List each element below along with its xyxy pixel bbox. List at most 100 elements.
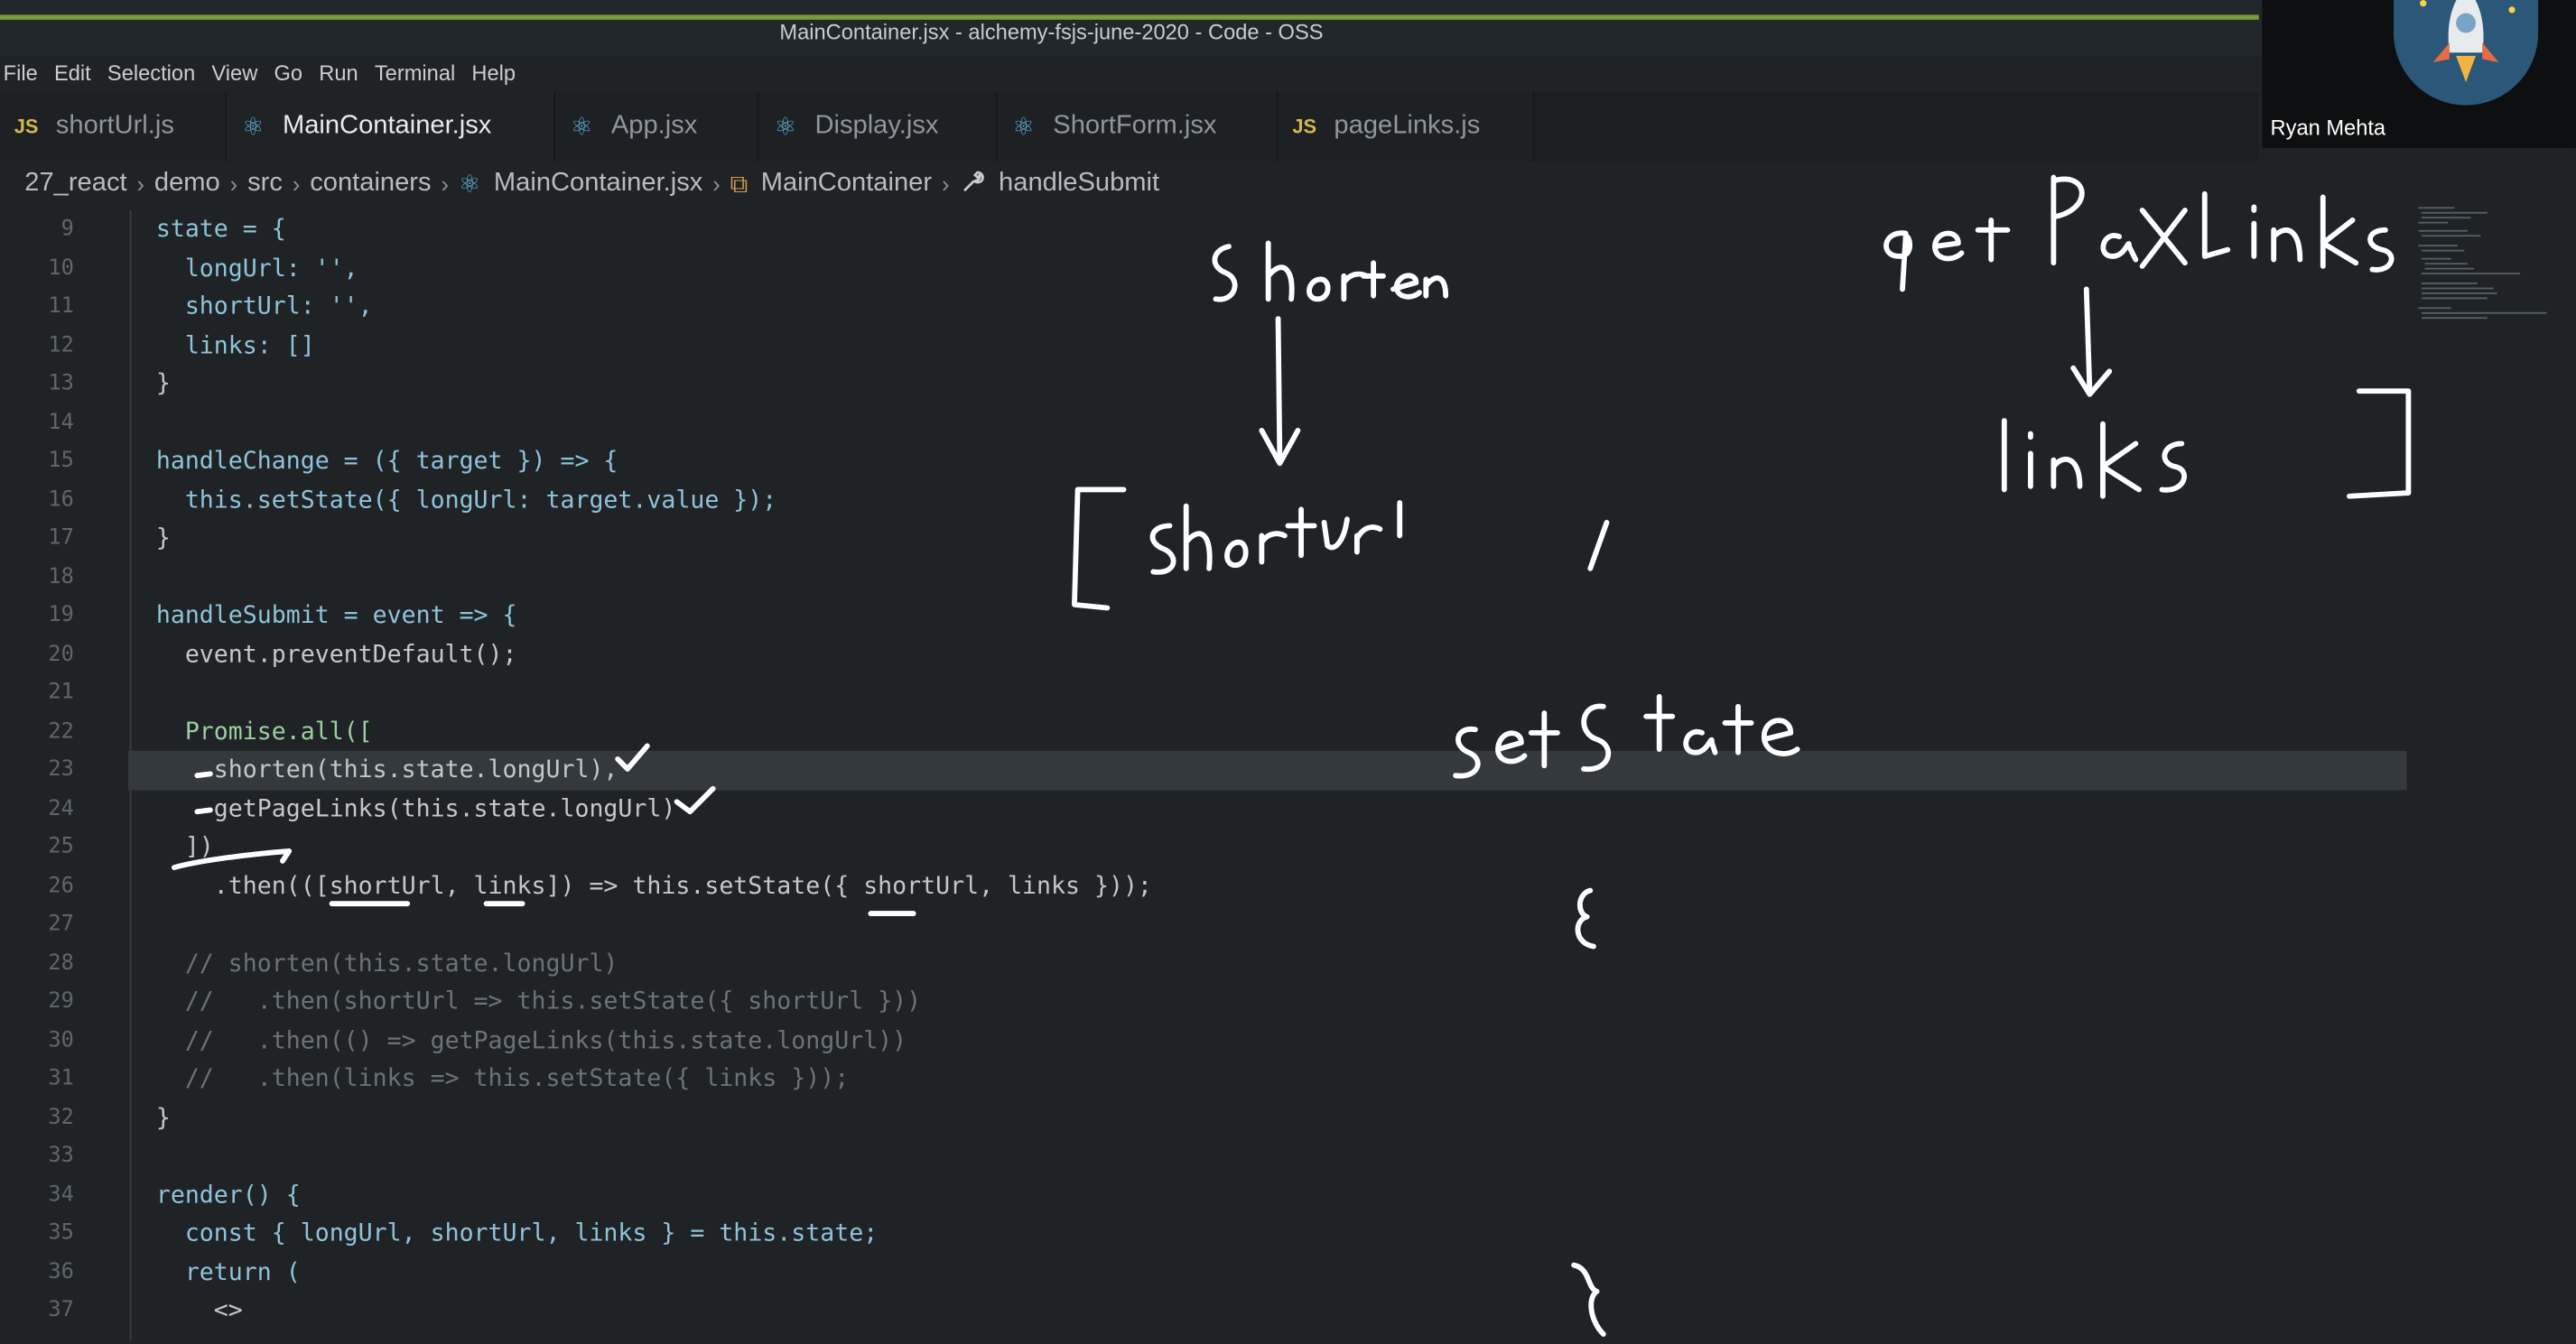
code-line[interactable]: 9 state = { [0, 210, 2408, 249]
code-text: longUrl: '', [155, 254, 358, 283]
breadcrumb-item[interactable]: containers [310, 169, 431, 199]
code-line[interactable]: 32} [0, 1098, 2408, 1137]
code-line[interactable]: 21 [0, 673, 2408, 712]
tab-app-jsx[interactable]: ⚛ App.jsx [554, 91, 759, 162]
tab-label: App.jsx [610, 111, 698, 140]
tab-pagelinks-js[interactable]: JS pageLinks.js [1278, 91, 1535, 162]
line-number: 28 [48, 950, 74, 976]
code-line[interactable]: 31 // .then(links => this.setState({ lin… [0, 1060, 2408, 1098]
menu-edit[interactable]: Edit [54, 56, 91, 88]
line-number: 23 [48, 757, 74, 783]
menu-view[interactable]: View [211, 56, 257, 88]
code-line[interactable]: 30 // .then(() => getPageLinks(this.stat… [0, 1021, 2408, 1060]
line-number: 9 [60, 217, 74, 242]
breadcrumb: 27_react › demo › src › containers › ⚛ M… [24, 166, 1159, 202]
line-number: 11 [48, 293, 74, 320]
breadcrumb-item[interactable]: MainContainer [761, 169, 932, 199]
code-text: return ( [155, 1257, 301, 1286]
class-symbol-icon: ⧉ [730, 170, 749, 199]
code-line[interactable]: 16 this.setState({ longUrl: target.value… [0, 480, 2408, 519]
code-editor[interactable]: 9 state = { 10 longUrl: '', 11 shortUrl: ''… [0, 209, 2408, 1341]
line-number: 16 [48, 487, 74, 513]
code-line[interactable]: 17} [0, 519, 2408, 558]
tab-label: ShortForm.jsx [1053, 111, 1217, 140]
tab-maincontainer-jsx[interactable]: ⚛ MainContainer.jsx [227, 91, 555, 162]
code-line[interactable]: 15 handleChange = ({ target }) => { [0, 442, 2408, 481]
code-line[interactable]: 33 [0, 1137, 2408, 1176]
code-line[interactable]: 14 [0, 403, 2408, 442]
chevron-right-icon: › [136, 171, 145, 198]
line-number: 27 [48, 912, 74, 937]
menu-selection[interactable]: Selection [107, 56, 195, 88]
code-line[interactable]: 25 ]) [0, 828, 2408, 867]
menu-help[interactable]: Help [471, 56, 516, 88]
code-text: links: [] [155, 330, 315, 359]
line-number: 36 [48, 1259, 74, 1284]
code-line[interactable]: 23 shorten(this.state.longUrl), [0, 750, 2408, 790]
react-file-icon: ⚛ [570, 113, 593, 142]
line-number: 21 [48, 680, 74, 705]
breadcrumb-item[interactable]: src [247, 169, 283, 199]
breadcrumb-item[interactable]: 27_react [24, 169, 126, 199]
code-text: } [155, 524, 171, 552]
code-line[interactable]: 12 links: [] [0, 326, 2408, 365]
title-accent-line [0, 14, 2259, 20]
code-text: ]) [155, 832, 214, 861]
window-title: MainContainer.jsx - alchemy-fsjs-june-20… [779, 19, 1324, 45]
chevron-right-icon: › [941, 171, 950, 198]
code-text: handleChange = ({ target }) => { [155, 447, 618, 476]
line-number: 20 [48, 641, 74, 667]
code-line[interactable]: 18 [0, 558, 2408, 597]
code-line[interactable]: 20 event.preventDefault(); [0, 635, 2408, 674]
code-text: state = { [155, 215, 286, 244]
menu-go[interactable]: Go [274, 56, 302, 88]
code-line[interactable]: 13} [0, 365, 2408, 403]
tab-shortform-jsx[interactable]: ⚛ ShortForm.jsx [997, 91, 1279, 162]
code-line[interactable]: 36 return ( [0, 1253, 2408, 1292]
line-number: 24 [48, 795, 74, 821]
menu-bar: File Edit Selection View Go Run Terminal… [0, 56, 516, 88]
breadcrumb-item[interactable]: handleSubmit [999, 169, 1159, 199]
breadcrumb-item[interactable]: MainContainer.jsx [494, 169, 702, 199]
code-line[interactable]: 28 // shorten(this.state.longUrl) [0, 944, 2408, 983]
code-text: Promise.all([ [155, 717, 373, 746]
app-window: MainContainer.jsx - alchemy-fsjs-june-20… [0, 0, 2576, 1344]
code-line[interactable]: 37 <> [0, 1292, 2408, 1330]
code-line[interactable]: 29 // .then(shortUrl => this.setState({ … [0, 983, 2408, 1022]
code-line[interactable]: 19 handleSubmit = event => { [0, 597, 2408, 635]
tab-label: MainContainer.jsx [282, 111, 492, 140]
breadcrumb-item[interactable]: demo [154, 169, 220, 199]
menu-run[interactable]: Run [319, 56, 358, 88]
line-number: 14 [48, 410, 74, 435]
code-text: event.preventDefault(); [155, 640, 517, 668]
code-text: // .then(() => getPageLinks(this.state.l… [155, 1025, 907, 1054]
code-text: // .then(shortUrl => this.setState({ sho… [155, 987, 922, 1015]
code-line[interactable]: 35 const { longUrl, shortUrl, links } = … [0, 1214, 2408, 1253]
wrench-icon [959, 169, 985, 199]
code-line[interactable]: 27 [0, 905, 2408, 944]
react-file-icon: ⚛ [774, 113, 796, 142]
menu-terminal[interactable]: Terminal [375, 56, 455, 88]
code-line[interactable]: 34 render() { [0, 1175, 2408, 1214]
menu-file[interactable]: File [4, 56, 38, 88]
minimap[interactable] [2415, 204, 2576, 352]
code-text: this.setState({ longUrl: target.value })… [155, 485, 777, 514]
participant-name: Ryan Mehta [2270, 115, 2386, 140]
code-line[interactable]: 22 Promise.all([ [0, 712, 2408, 751]
line-number: 30 [48, 1027, 74, 1052]
code-text: <> [155, 1296, 243, 1325]
code-line[interactable]: 11 shortUrl: '', [0, 288, 2408, 327]
react-file-icon: ⚛ [1012, 113, 1035, 142]
code-line[interactable]: 26 .then(([shortUrl, links]) => this.set… [0, 867, 2408, 905]
title-bar: MainContainer.jsx - alchemy-fsjs-june-20… [0, 0, 2576, 56]
tab-display-jsx[interactable]: ⚛ Display.jsx [758, 91, 998, 162]
line-number: 25 [48, 834, 74, 860]
line-number: 32 [48, 1105, 74, 1130]
editor-tab-bar: JS shortUrl.js ⚛ MainContainer.jsx ⚛ App… [0, 91, 2259, 162]
line-number: 18 [48, 564, 74, 589]
chevron-right-icon: › [441, 171, 449, 198]
code-line[interactable]: 24 getPageLinks(this.state.longUrl) [0, 790, 2408, 829]
code-line[interactable]: 10 longUrl: '', [0, 249, 2408, 288]
tab-shorturl-js[interactable]: JS shortUrl.js [0, 91, 228, 162]
line-number: 29 [48, 988, 74, 1015]
